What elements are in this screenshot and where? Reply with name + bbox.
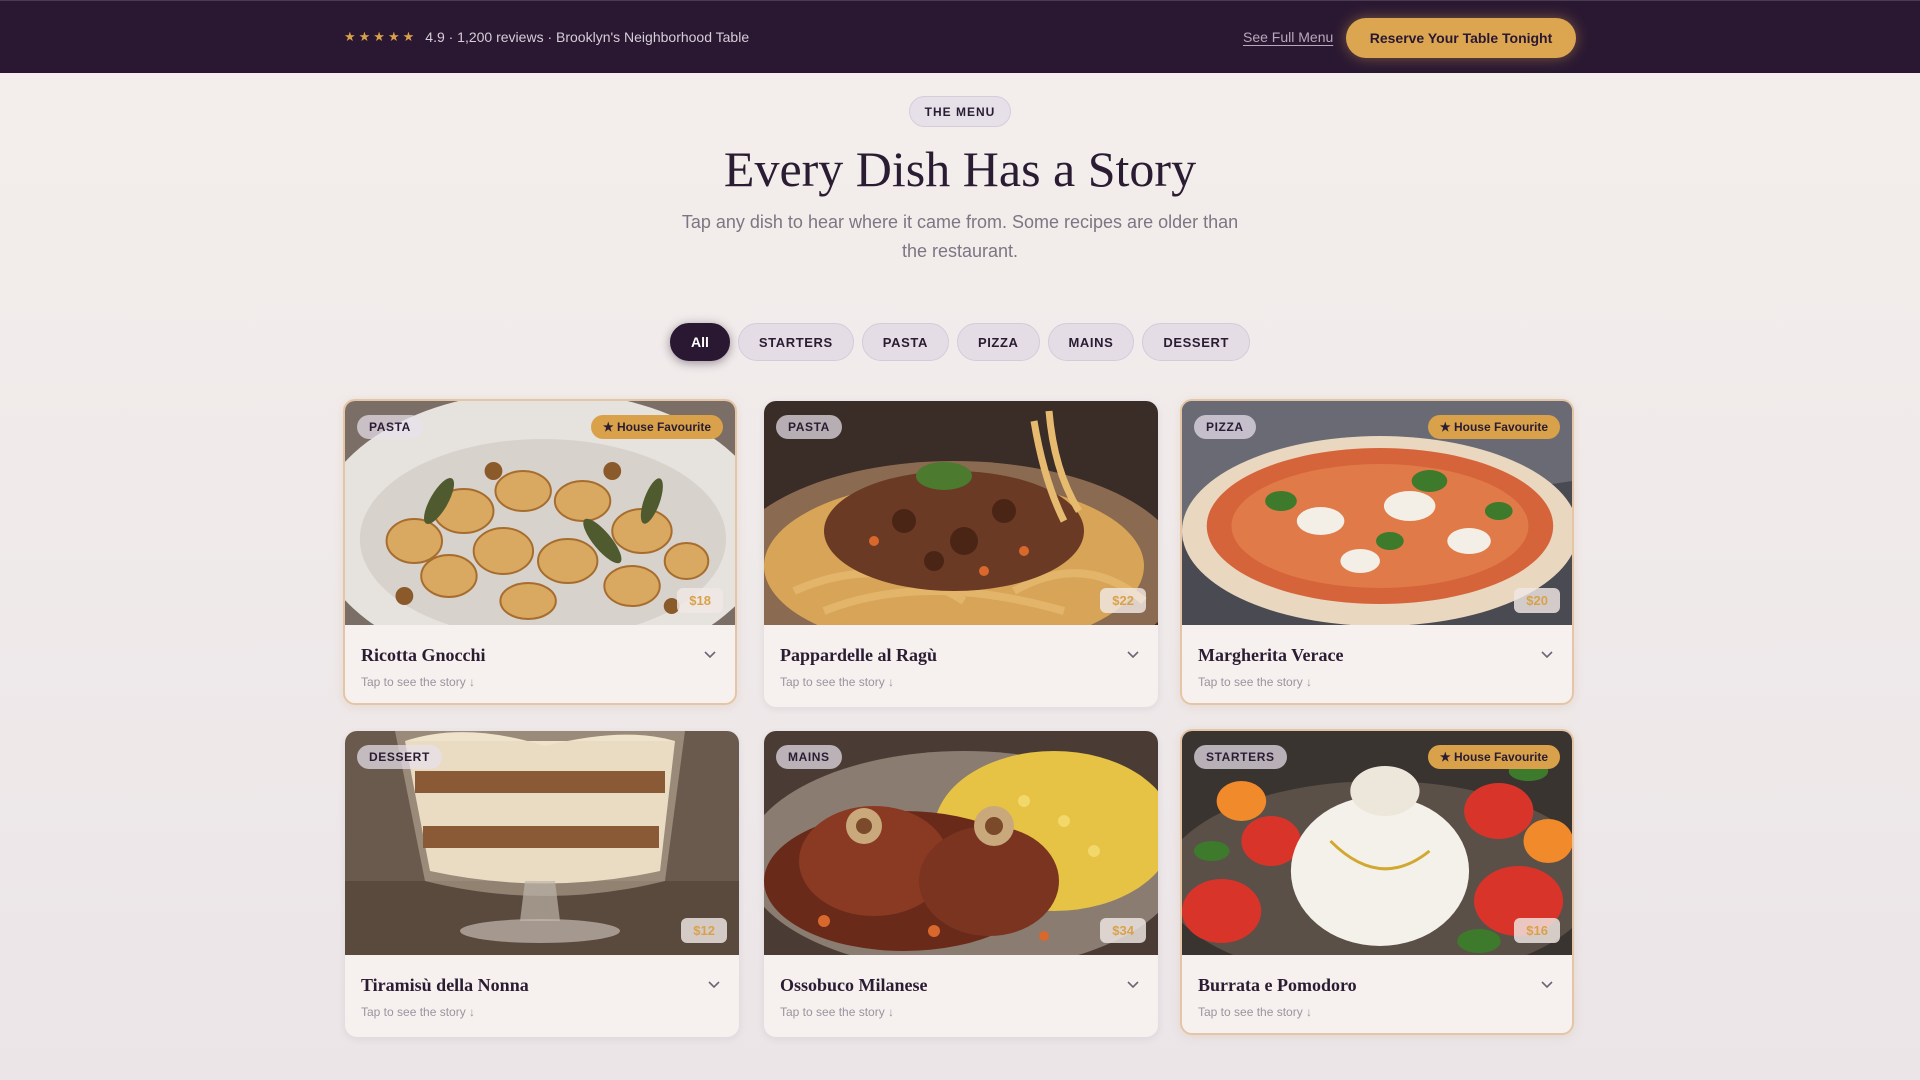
house-favourite-badge: ★ House Favourite xyxy=(590,415,723,439)
chevron-down-icon[interactable] xyxy=(1126,977,1140,991)
chevron-down-icon[interactable] xyxy=(707,977,721,991)
dish-category-badge: STARTERS xyxy=(1194,745,1287,769)
dish-name: Margherita Verace xyxy=(1198,645,1344,665)
reserve-table-button[interactable]: Reserve Your Table Tonight xyxy=(1346,18,1576,58)
chevron-down-icon[interactable] xyxy=(1126,647,1140,661)
chevron-down-icon[interactable] xyxy=(703,647,717,661)
dish-price: $18 xyxy=(677,588,723,613)
dish-name: Pappardelle al Ragù xyxy=(780,645,938,665)
dish-name: Burrata e Pomodoro xyxy=(1198,975,1357,995)
rating-summary: ★★★★★ 4.9 · 1,200 reviews · Brooklyn's N… xyxy=(344,29,749,45)
dish-card-margherita[interactable]: PIZZA ★ House Favourite $20 Margherita V… xyxy=(1180,399,1574,705)
dish-price: $12 xyxy=(681,918,727,943)
filter-pasta[interactable]: PASTA xyxy=(861,323,949,361)
house-favourite-badge: ★ House Favourite xyxy=(1427,745,1560,769)
category-filter-bar: All STARTERS PASTA PIZZA MAINS DESSERT xyxy=(0,323,1920,361)
dish-card-pappardelle[interactable]: PASTA $22 Pappardelle al Ragù Tap to see… xyxy=(764,401,1158,707)
filter-all[interactable]: All xyxy=(670,323,730,361)
story-hint: Tap to see the story ↓ xyxy=(361,1005,476,1019)
story-hint: Tap to see the story ↓ xyxy=(1198,1005,1313,1019)
house-favourite-badge: ★ House Favourite xyxy=(1427,415,1560,439)
filter-mains[interactable]: MAINS xyxy=(1047,323,1135,361)
filter-dessert[interactable]: DESSERT xyxy=(1142,323,1250,361)
dish-price: $20 xyxy=(1514,588,1560,613)
rating-stars-icon: ★★★★★ xyxy=(344,29,418,44)
story-hint: Tap to see the story ↓ xyxy=(780,1005,895,1019)
page-subtitle: Tap any dish to hear where it came from.… xyxy=(681,212,1239,261)
dish-card-ossobuco[interactable]: MAINS $34 Ossobuco Milanese Tap to see t… xyxy=(764,731,1158,1037)
dish-card-ricotta-gnocchi[interactable]: PASTA ★ House Favourite $18 Ricotta Gnoc… xyxy=(343,399,737,705)
dish-card-burrata[interactable]: STARTERS ★ House Favourite $16 Burrata e… xyxy=(1180,729,1574,1035)
see-full-menu-link[interactable]: See Full Menu xyxy=(1243,29,1333,45)
section-eyebrow: THE MENU xyxy=(909,96,1011,127)
dish-name: Ricotta Gnocchi xyxy=(361,645,486,665)
dish-price: $34 xyxy=(1100,918,1146,943)
dish-category-badge: MAINS xyxy=(776,745,842,769)
dish-price: $22 xyxy=(1100,588,1146,613)
filter-starters[interactable]: STARTERS xyxy=(737,323,854,361)
top-bar: ★★★★★ 4.9 · 1,200 reviews · Brooklyn's N… xyxy=(0,0,1920,73)
dish-name: Ossobuco Milanese xyxy=(780,975,928,995)
chevron-down-icon[interactable] xyxy=(1540,647,1554,661)
dish-category-badge: PASTA xyxy=(776,415,842,439)
dish-name: Tiramisù della Nonna xyxy=(361,975,529,995)
dish-category-badge: PASTA xyxy=(357,415,423,439)
dish-card-tiramisu[interactable]: DESSERT $12 Tiramisù della Nonna Tap to … xyxy=(345,731,739,1037)
story-hint: Tap to see the story ↓ xyxy=(780,675,895,689)
page-title: Every Dish Has a Story xyxy=(723,141,1197,197)
story-hint: Tap to see the story ↓ xyxy=(1198,675,1313,689)
filter-pizza[interactable]: PIZZA xyxy=(956,323,1040,361)
dish-category-badge: DESSERT xyxy=(357,745,442,769)
dish-price: $16 xyxy=(1514,918,1560,943)
rating-text: 4.9 · 1,200 reviews · Brooklyn's Neighbo… xyxy=(425,29,750,45)
chevron-down-icon[interactable] xyxy=(1540,977,1554,991)
story-hint: Tap to see the story ↓ xyxy=(361,675,476,689)
dish-category-badge: PIZZA xyxy=(1194,415,1256,439)
